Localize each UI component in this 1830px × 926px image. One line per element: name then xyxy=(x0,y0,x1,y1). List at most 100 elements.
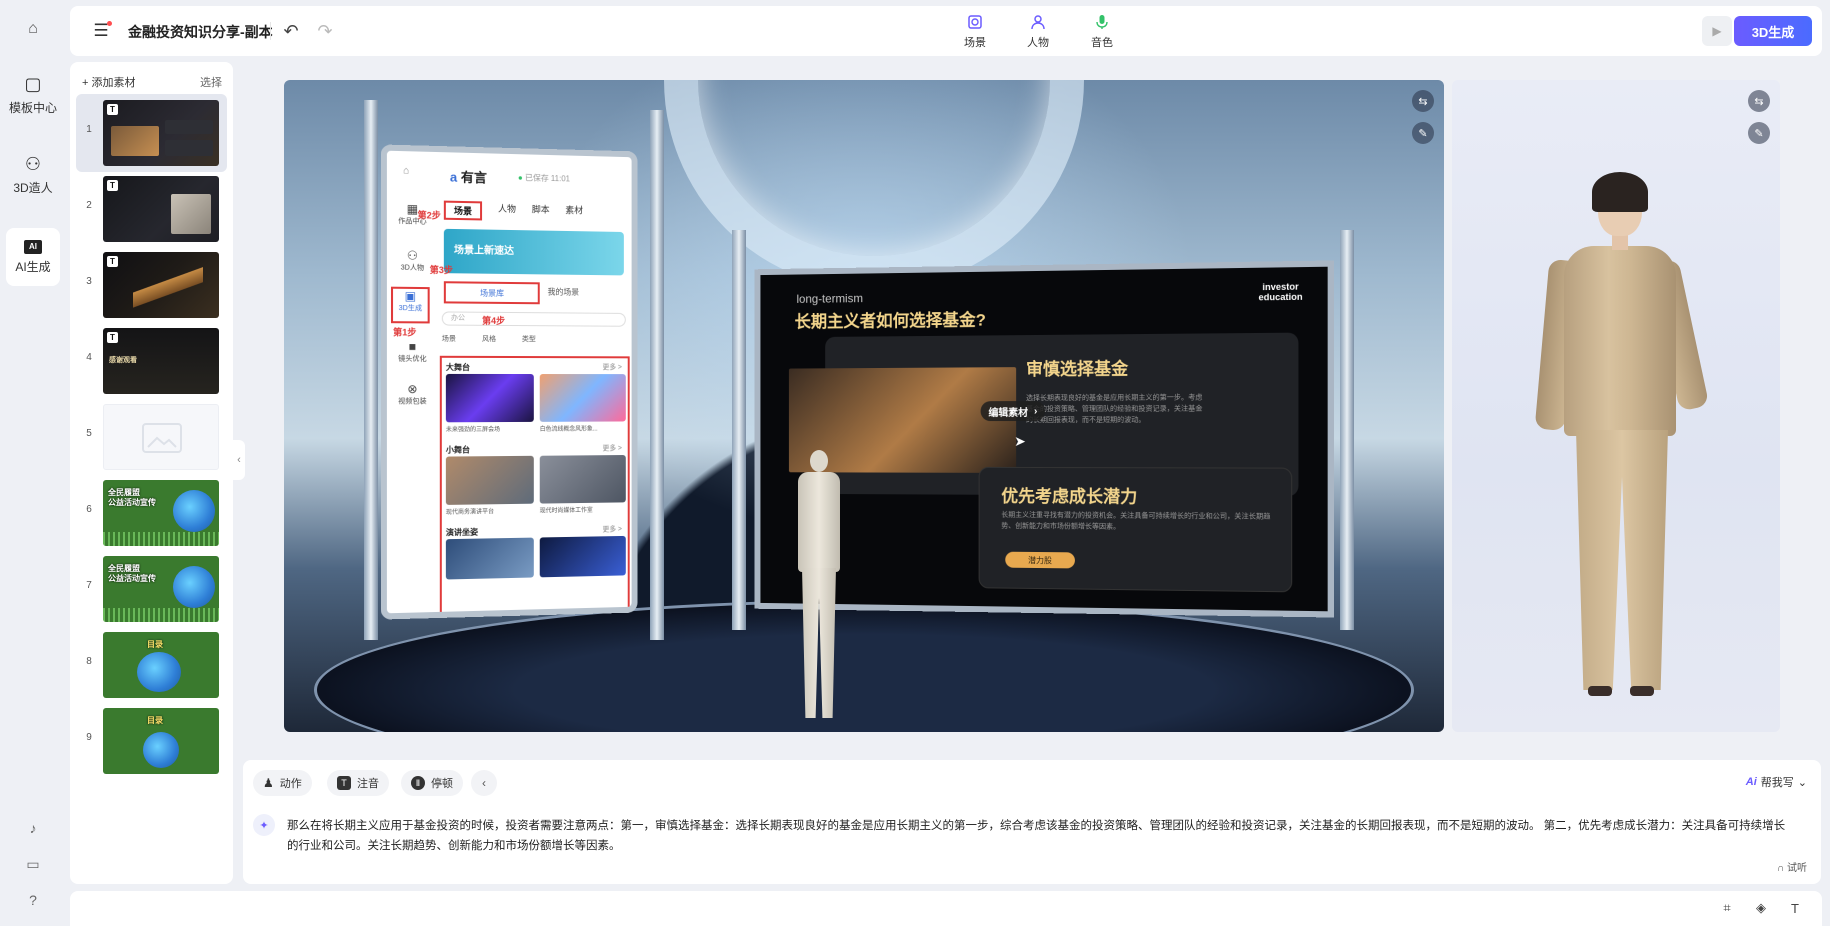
tool-person[interactable]: 人物 xyxy=(1016,12,1060,50)
chevron-down-icon: ⌄ xyxy=(1798,776,1807,789)
collapse-toolbar-button[interactable]: ‹ xyxy=(471,770,497,796)
text-icon: T xyxy=(107,180,118,191)
avatar-head xyxy=(810,450,828,472)
layers-icon[interactable]: ◈ xyxy=(1752,899,1770,917)
slide-thumbnail: T xyxy=(103,252,219,318)
bell-icon[interactable]: ♪ xyxy=(23,818,43,838)
step-label: 第2步 xyxy=(417,208,440,222)
top-bar: ☰ 金融投资知识分享-副本 ↶ ↷ 场景 人物 音色 ▶ 3D生成 xyxy=(70,6,1822,56)
menu-icon[interactable]: ☰ xyxy=(90,20,112,42)
tool-label: 场景 xyxy=(964,34,986,50)
home-icon[interactable]: ⌂ xyxy=(22,18,44,40)
avatar-figure[interactable] xyxy=(784,450,854,732)
edit-material-button[interactable]: 编辑素材 › xyxy=(981,401,1046,421)
avatar-hair xyxy=(1592,172,1648,212)
side-item-label: 3D生成 xyxy=(399,305,422,312)
avatar-preview[interactable]: ⇆ ✎ xyxy=(1452,80,1780,732)
slide-number: 9 xyxy=(84,732,94,743)
tag-chip: 潜力股 xyxy=(1005,552,1075,569)
promo-banner: 场景上新速达 xyxy=(444,229,624,276)
document-title[interactable]: 金融投资知识分享-副本 xyxy=(128,22,273,42)
thumbnail-title: 全民履盟 公益活动宣传 xyxy=(108,488,156,508)
search-input: 办公 xyxy=(442,311,626,326)
play-icon: ▶ xyxy=(1712,24,1721,38)
microphone-icon xyxy=(1092,12,1112,32)
help-icon[interactable]: ? xyxy=(23,890,43,910)
slide-thumb[interactable]: 2 T xyxy=(76,170,227,248)
focus-icon[interactable]: ⌗ xyxy=(1718,899,1736,917)
more-link: 更多 > xyxy=(602,443,621,453)
slide-number: 4 xyxy=(84,352,94,363)
slide-thumb[interactable]: 9 目录 xyxy=(76,702,227,780)
avatar-body xyxy=(798,472,840,572)
pause-button[interactable]: Ⅱ 停顿 xyxy=(401,770,463,796)
slide-thumbnail: 目录 xyxy=(103,632,219,698)
play-button[interactable]: ▶ xyxy=(1702,16,1732,46)
edit-material-label: 编辑素材 xyxy=(988,404,1028,419)
text-icon: T xyxy=(337,776,351,790)
swap-icon[interactable]: ⇆ xyxy=(1748,90,1770,112)
save-status-text: 已保存 11:01 xyxy=(525,173,570,183)
thumbnail-photo xyxy=(171,194,211,234)
card-heading: 优先考虑成长潜力 xyxy=(1001,482,1137,508)
home-icon: ⌂ xyxy=(403,165,409,176)
person-icon: ⚇ xyxy=(25,154,41,175)
side-item: ■ 镜头优化 xyxy=(393,339,432,363)
avatar-shoe xyxy=(1588,686,1612,696)
globe-graphic xyxy=(173,566,215,608)
tool-voice[interactable]: 音色 xyxy=(1080,12,1124,50)
slide-thumb[interactable]: 6 全民履盟 公益活动宣传 xyxy=(76,474,227,552)
rail-item-template[interactable]: ▢ 模板中心 xyxy=(6,66,60,124)
thumbnail-card xyxy=(165,120,213,134)
tab-scene-library: 场景库 xyxy=(444,281,540,304)
slide-thumbnail-empty xyxy=(103,404,219,470)
tool-scene[interactable]: 场景 xyxy=(953,12,997,50)
undo-icon[interactable]: ↶ xyxy=(280,20,302,42)
text-icon[interactable]: T xyxy=(1786,899,1804,917)
slide-number: 2 xyxy=(84,200,94,211)
more-link: 更多 > xyxy=(602,362,621,372)
script-text[interactable]: 那么在将长期主义应用于基金投资的时候，投资者需要注意两点：第一，审慎选择基金：选… xyxy=(287,816,1787,856)
tab-person: 人物 xyxy=(498,202,516,221)
annotate-button[interactable]: T 注音 xyxy=(327,770,389,796)
ai-write-button[interactable]: Ai 帮我写 ⌄ xyxy=(1746,774,1807,790)
thumbnail-title: 感谢观看 xyxy=(109,356,137,365)
magic-wand-icon[interactable]: ✦ xyxy=(253,814,275,836)
slide-number: 5 xyxy=(84,428,94,439)
rail-item-ai-generate[interactable]: AI AI生成 xyxy=(6,228,60,286)
section-title: 大舞台 xyxy=(446,362,470,373)
slide-thumb[interactable]: 8 目录 xyxy=(76,626,227,704)
thumbnail-bars xyxy=(103,532,219,546)
slide-thumbnail: T 感谢观看 xyxy=(103,328,219,394)
slide-thumb[interactable]: 5 xyxy=(76,398,227,476)
document-icon[interactable]: ▭ xyxy=(23,854,43,874)
screen-brand: investor education xyxy=(1259,281,1303,302)
scene-icon xyxy=(965,12,985,32)
side-item: ⊗ 视频包装 xyxy=(393,382,432,406)
tab-material: 素材 xyxy=(565,203,583,222)
slide-number: 3 xyxy=(84,276,94,287)
collapse-panel-button[interactable]: ‹ xyxy=(233,440,245,480)
slide-thumb[interactable]: 1 T xyxy=(76,94,227,172)
add-material-button[interactable]: + 添加素材 xyxy=(82,74,135,90)
swap-icon[interactable]: ⇆ xyxy=(1412,90,1434,112)
thumbnail-title: 目录 xyxy=(147,640,163,650)
slide-thumb[interactable]: 3 T xyxy=(76,246,227,324)
select-button[interactable]: 选择 xyxy=(200,74,222,90)
generate-3d-button[interactable]: 3D生成 xyxy=(1734,16,1812,46)
thumbnail-card xyxy=(165,140,213,156)
thumbnail-title: 全民履盟 公益活动宣传 xyxy=(108,564,156,584)
edit-pen-icon[interactable]: ✎ xyxy=(1412,122,1434,144)
scene-card xyxy=(446,456,534,505)
script-editor: ♟ 动作 T 注音 Ⅱ 停顿 ‹ Ai 帮我写 ⌄ ✦ 那么在将长期主义应用于基… xyxy=(243,760,1821,884)
rail-item-3d-person[interactable]: ⚇ 3D造人 xyxy=(6,146,60,204)
edit-pen-icon[interactable]: ✎ xyxy=(1748,122,1770,144)
try-listen-button[interactable]: ∩ 试听 xyxy=(1777,859,1807,874)
slide-thumb[interactable]: 4 T 感谢观看 xyxy=(76,322,227,400)
action-button[interactable]: ♟ 动作 xyxy=(253,770,312,796)
redo-icon[interactable]: ↷ xyxy=(314,20,336,42)
scene-caption: 现代时尚媒体工作室 xyxy=(540,505,593,515)
section-title: 小舞台 xyxy=(446,444,470,455)
slide-thumb[interactable]: 7 全民履盟 公益活动宣传 xyxy=(76,550,227,628)
scene-preview[interactable]: ⌂ a 有言 ● 已保存 11:01 场景 人物 脚本 素材 ▦ 作品中心 ⚇ 3D… xyxy=(284,80,1444,732)
